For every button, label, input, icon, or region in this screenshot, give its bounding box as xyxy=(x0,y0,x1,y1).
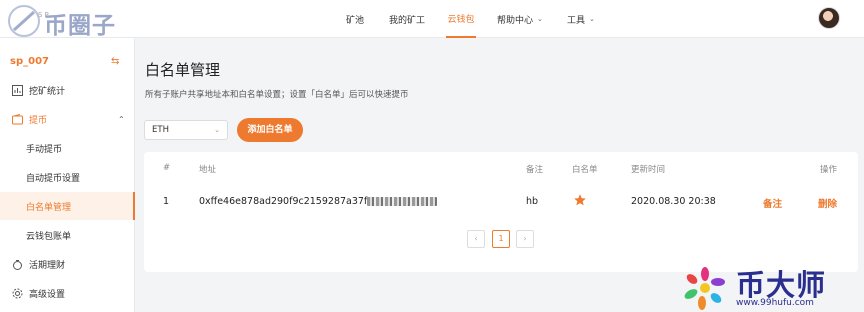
next-page-button[interactable]: › xyxy=(516,230,534,248)
sidebar-item-label: 手动提币 xyxy=(26,144,63,155)
chevron-up-icon: ⌃ xyxy=(118,114,125,124)
chevron-down-icon: ⌄ xyxy=(589,15,595,23)
sidebar-item-label: 云钱包账单 xyxy=(26,231,72,242)
table-header: # xyxy=(163,163,171,173)
logo-text: 币圈子 xyxy=(44,13,116,39)
row-updated-time: 2020.08.30 20:38 xyxy=(631,196,716,207)
sidebar-item-label: 挖矿统计 xyxy=(29,86,66,97)
row-note: hb xyxy=(526,196,539,207)
nav-label: 云钱包 xyxy=(447,14,475,25)
sidebar-item-label: 自动提币设置 xyxy=(26,173,81,184)
sidebar-item-mining-stats[interactable]: 挖矿统计 xyxy=(0,76,135,104)
table-header: 操作 xyxy=(820,165,838,175)
delete-button[interactable]: 删除 xyxy=(818,196,837,210)
top-bar: SP 币圈子 矿池 我的矿工 云钱包 帮助中心 ⌄ 工具 ⌄ xyxy=(0,0,864,39)
watermark: 币大师 www.99hufu.com xyxy=(676,262,862,312)
table-header: 白名单 xyxy=(572,165,598,175)
coin-select[interactable]: ETH ⌄ xyxy=(144,120,228,140)
gear-icon xyxy=(11,287,23,299)
sidebar-item-withdraw[interactable]: 提币 ⌃ xyxy=(0,105,135,133)
avatar[interactable] xyxy=(818,7,840,29)
nav-label: 我的矿工 xyxy=(389,15,426,26)
whitelist-table: # 地址 备注 白名单 更新时间 操作 1 0xffe46e878ad290f9… xyxy=(144,152,858,272)
address-redaction xyxy=(367,197,437,206)
table-header: 备注 xyxy=(526,165,544,175)
row-index: 1 xyxy=(163,196,170,207)
prev-page-button[interactable]: ‹ xyxy=(467,230,485,248)
note-button[interactable]: 备注 xyxy=(763,196,782,210)
wallet-icon xyxy=(11,113,23,125)
nav-label: 工具 xyxy=(567,15,586,26)
nav-help-center[interactable]: 帮助中心 ⌄ xyxy=(497,0,543,38)
nav-tools[interactable]: 工具 ⌄ xyxy=(567,0,595,38)
nav-my-miners[interactable]: 我的矿工 xyxy=(389,0,425,38)
sidebar-item-auto-withdraw[interactable]: 自动提币设置 xyxy=(0,163,135,191)
logo[interactable]: SP 币圈子 xyxy=(4,2,154,39)
logo-icon xyxy=(8,5,40,37)
sidebar-item-label: 活期理财 xyxy=(29,260,66,271)
flower-logo-icon xyxy=(684,267,725,310)
sidebar-item-advanced-settings[interactable]: 高级设置 xyxy=(0,279,135,307)
sidebar-item-whitelist[interactable]: 白名单管理 xyxy=(0,192,135,220)
row-address: 0xffe46e878ad290f9c2159287a37f xyxy=(199,196,368,207)
nav-label: 帮助中心 xyxy=(497,15,534,26)
sidebar-item-manual-withdraw[interactable]: 手动提币 xyxy=(0,134,135,162)
sidebar-item-flexible-finance[interactable]: 活期理财 xyxy=(0,250,135,278)
nav-cloud-wallet[interactable]: 云钱包 xyxy=(446,0,476,38)
sidebar-item-label: 高级设置 xyxy=(29,289,66,300)
star-icon[interactable] xyxy=(573,193,587,207)
watermark-url: www.99hufu.com xyxy=(736,298,814,308)
table-header: 地址 xyxy=(199,165,217,175)
add-whitelist-button[interactable]: 添加白名单 xyxy=(237,118,303,142)
sidebar-item-wallet-bill[interactable]: 云钱包账单 xyxy=(0,221,135,249)
money-bag-icon xyxy=(11,258,23,270)
nav-label: 矿池 xyxy=(346,15,365,26)
chart-icon xyxy=(11,84,23,96)
account-name: sp_007 xyxy=(10,56,49,67)
chevron-down-icon: ⌄ xyxy=(537,15,543,23)
page-number-button[interactable]: 1 xyxy=(492,230,510,248)
nav-mining-pool[interactable]: 矿池 xyxy=(346,0,364,38)
switch-account-icon[interactable]: ⇆ xyxy=(111,56,119,67)
table-header: 更新时间 xyxy=(631,165,666,175)
sidebar-item-label: 提币 xyxy=(29,115,48,126)
page-description: 所有子账户共享地址本和白名单设置；设置「白名单」后可以快速提币 xyxy=(145,90,409,100)
page-title: 白名单管理 xyxy=(145,61,221,79)
chevron-down-icon: ⌄ xyxy=(214,126,220,134)
sidebar-item-label: 白名单管理 xyxy=(26,202,72,213)
coin-select-value: ETH xyxy=(152,125,169,135)
